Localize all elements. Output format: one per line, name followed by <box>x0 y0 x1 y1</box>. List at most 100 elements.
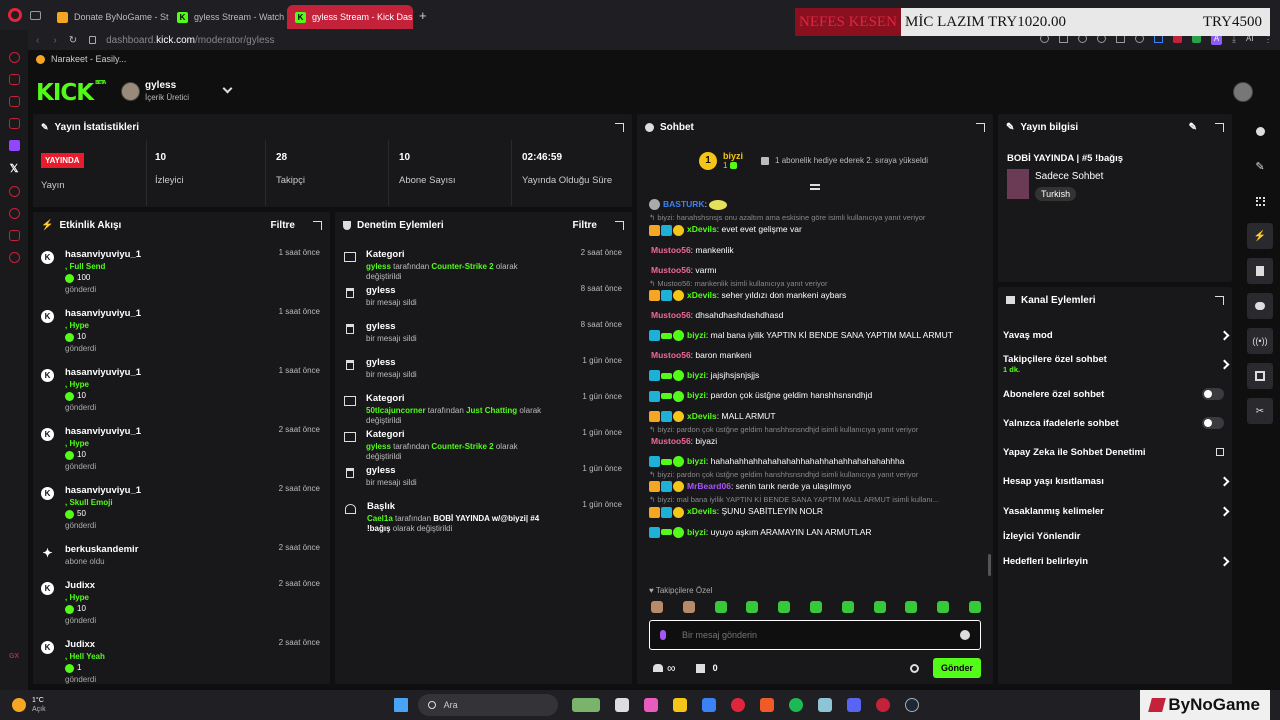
toggle-switch[interactable] <box>1202 417 1224 429</box>
expand-icon[interactable] <box>976 122 985 132</box>
chevron-right-icon[interactable] <box>1219 330 1230 340</box>
activity-user[interactable]: Judixx <box>65 638 105 651</box>
chat-icon[interactable] <box>8 96 20 107</box>
emote-icon[interactable] <box>651 601 663 613</box>
activity-user[interactable]: hasanviyuviyu_1 <box>65 484 141 497</box>
chevron-right-icon[interactable] <box>1219 476 1230 486</box>
tab-gyless-dashboard[interactable]: K gyless Stream - Kick Dash <box>287 5 413 29</box>
microphone-icon[interactable] <box>660 630 666 640</box>
activity-user[interactable]: berkuskandemir <box>65 543 138 556</box>
expand-icon[interactable] <box>1215 295 1224 305</box>
chat-username[interactable]: biyzi <box>687 527 706 537</box>
activity-user[interactable]: hasanviyuviyu_1 <box>65 366 141 379</box>
weather-widget[interactable]: 1°C Açık <box>32 696 46 714</box>
extensions-icon[interactable] <box>8 230 20 241</box>
explorer-landscape-icon[interactable] <box>571 698 600 712</box>
emote-icon[interactable] <box>714 601 727 613</box>
network-icon[interactable] <box>817 698 832 712</box>
broadcast-icon[interactable]: ((•)) <box>1247 328 1273 354</box>
chat-username[interactable]: MrBeard06 <box>687 481 731 491</box>
toggle-switch[interactable] <box>1202 388 1224 400</box>
channel-action-item[interactable]: Abonelere özel sohbet <box>1003 388 1228 400</box>
users-icon[interactable] <box>653 664 663 672</box>
emote-icon[interactable] <box>809 601 822 613</box>
emote-icon[interactable] <box>905 601 918 613</box>
emote-icon[interactable] <box>873 601 886 613</box>
back-icon[interactable]: ‹ <box>36 35 39 46</box>
history-icon[interactable] <box>8 208 20 219</box>
document-icon[interactable] <box>1247 258 1273 284</box>
chevron-right-icon[interactable] <box>1219 556 1230 566</box>
expand-icon[interactable] <box>313 220 322 230</box>
user-avatar[interactable] <box>121 82 140 101</box>
gx-icon[interactable]: GX <box>9 653 19 660</box>
chat-username[interactable]: xDevils <box>687 224 717 234</box>
lightning-icon[interactable]: ⚡ <box>1247 223 1273 249</box>
brave-icon[interactable] <box>759 698 774 712</box>
messenger-icon[interactable] <box>8 74 20 85</box>
emote-icon[interactable] <box>746 601 759 613</box>
category-name[interactable]: Sadece Sohbet <box>1035 171 1103 182</box>
emote-icon[interactable] <box>841 601 854 613</box>
external-link-icon[interactable] <box>1216 448 1224 456</box>
copilot-icon[interactable] <box>643 698 658 712</box>
chat-username[interactable]: xDevils <box>687 506 717 516</box>
twitch-icon[interactable] <box>8 140 20 151</box>
expand-icon[interactable] <box>615 220 624 230</box>
opera-icon[interactable] <box>730 698 745 712</box>
chat-username[interactable]: xDevils <box>687 290 717 300</box>
chat-username[interactable]: biyzi <box>687 390 706 400</box>
profile-avatar[interactable] <box>1233 82 1253 102</box>
filter-button[interactable]: Filtre <box>271 220 295 231</box>
moderation-actor[interactable]: 50tlcajuncorner <box>366 406 426 415</box>
chat-reply-context[interactable]: ↰ biyzi: pardon çok üstğne geldim hanshh… <box>641 470 981 480</box>
tab-strip-icon[interactable] <box>30 10 41 20</box>
edit-pencil-icon[interactable]: ✎ <box>1189 122 1197 133</box>
new-tab-button[interactable]: + <box>419 8 427 23</box>
kick-logo[interactable]: KICK BETA <box>36 80 106 106</box>
chevron-right-icon[interactable] <box>1219 506 1230 516</box>
file-explorer-icon[interactable] <box>672 698 687 712</box>
info-icon[interactable] <box>1247 118 1273 144</box>
channel-action-item[interactable]: İzleyici Yönlendir <box>1003 530 1228 542</box>
chat-input-box[interactable] <box>649 620 981 650</box>
emote-icon[interactable] <box>968 601 981 613</box>
activity-user[interactable]: hasanviyuviyu_1 <box>65 425 141 438</box>
channel-action-item[interactable]: Hedefleri belirleyin <box>1003 555 1230 567</box>
pinned-user[interactable]: biyzi <box>723 151 743 161</box>
windows-start-icon[interactable] <box>393 698 408 712</box>
app-red-icon[interactable] <box>875 698 890 712</box>
expand-icon[interactable] <box>1215 122 1224 132</box>
channel-action-item[interactable]: Yapay Zeka ile Sohbet Denetimi <box>1003 446 1228 458</box>
expand-icon[interactable] <box>615 122 624 132</box>
moderation-icon[interactable] <box>1247 363 1273 389</box>
moderation-actor[interactable]: Cael1a <box>367 514 393 523</box>
chat-username[interactable]: Mustoo56 <box>651 310 691 320</box>
bookmark-narakeet[interactable]: Narakeet - Easily... <box>51 54 126 64</box>
chat-reply-context[interactable]: ↰ Mustoo56: mankenlik isimli kullanıcıya… <box>641 279 981 289</box>
collapse-pinned-icon[interactable] <box>810 184 820 190</box>
settings-icon[interactable] <box>8 252 20 263</box>
aria-icon[interactable] <box>8 52 20 63</box>
moderation-actor[interactable]: gyless <box>366 262 391 271</box>
activity-user[interactable]: hasanviyuviyu_1 <box>65 248 141 261</box>
discord-icon[interactable] <box>846 698 861 712</box>
chat-username[interactable]: xDevils <box>687 411 717 421</box>
chat-username[interactable]: Mustoo56 <box>651 245 691 255</box>
opera-logo-icon[interactable] <box>8 8 22 22</box>
send-button[interactable]: Gönder <box>932 658 981 678</box>
activity-user[interactable]: Judixx <box>65 579 96 592</box>
channel-action-item[interactable]: Yasaklanmış kelimeler <box>1003 505 1230 517</box>
chat-reply-context[interactable]: ↰ biyzi: hanahshsnsjs onu azaltım ama es… <box>641 213 981 223</box>
tools-icon[interactable]: ✂ <box>1247 398 1273 424</box>
taskview-icon[interactable] <box>614 698 629 712</box>
channel-action-item[interactable]: Yalnızca ifadelerle sohbet <box>1003 417 1228 429</box>
emote-icon[interactable] <box>937 601 950 613</box>
chat-reply-context[interactable]: ↰ biyzi: pardon çok üstğne geldim hanshh… <box>641 425 981 435</box>
player-icon[interactable] <box>8 186 20 197</box>
channel-action-item[interactable]: Yavaş mod <box>1003 329 1230 341</box>
emote-icon[interactable] <box>778 601 791 613</box>
chat-username[interactable]: biyzi <box>687 456 706 466</box>
forward-icon[interactable]: › <box>53 35 56 46</box>
chat-input[interactable] <box>682 630 960 640</box>
